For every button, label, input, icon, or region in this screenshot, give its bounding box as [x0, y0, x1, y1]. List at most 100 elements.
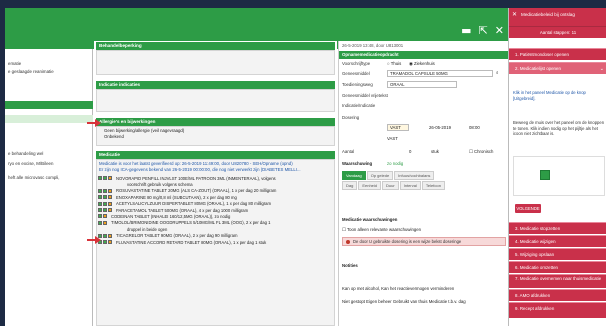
start-type-field[interactable]: VAST: [387, 124, 409, 131]
step-6[interactable]: 6. Medicatie omzetten: [509, 261, 606, 273]
edit-icon[interactable]: [103, 220, 107, 225]
close-icon[interactable]: ✕: [495, 25, 504, 36]
status-icon[interactable]: [103, 188, 107, 193]
status-icon[interactable]: [98, 188, 102, 193]
expand-button-icon: [540, 170, 550, 180]
tab-vandaag[interactable]: Vandaag: [342, 171, 366, 180]
medication-row[interactable]: ACETYLSALICYLZUUR DISPERTABLET 80MG (ORA…: [98, 201, 334, 207]
waarschuwing-label: Waarschuwing: [342, 161, 373, 166]
medicine-field[interactable]: TRAMADOL CAPSULE 50MG: [387, 70, 493, 77]
section-body: [96, 50, 335, 75]
medication-text: PARACETAMOL TABLET 500MG (ORAAL), 4 x pe…: [116, 207, 249, 213]
edit-icon[interactable]: [103, 214, 107, 219]
edit-icon[interactable]: [108, 201, 112, 206]
medication-text: FLUVASTATINE ACCORD RETARD TABLET 80MG (…: [116, 239, 267, 245]
chronisch-checkbox[interactable]: ☐ Chronisch: [469, 149, 493, 155]
allergy-line: Geen bijwerking/allergie (veil nagevraag…: [104, 128, 185, 133]
status-icon[interactable]: [103, 240, 107, 244]
edit-icon[interactable]: [108, 176, 112, 180]
relevant-warnings-toggle[interactable]: ☐ Toon alleen relevante waarschuwingen: [342, 227, 421, 233]
step-9[interactable]: 9. Recept afdrukken: [509, 302, 606, 318]
instruction-text: Klik in het paneel Medicatie op de knop …: [513, 90, 586, 101]
medication-text: druppel in beide ogen: [127, 226, 168, 232]
ica-notice: Er zijn nog ICA-gegevens bekend van 26-5…: [99, 167, 301, 172]
medication-row[interactable]: ENOXAPARINE 80 mg/0,8 ml (SUBCUTAAN), 2 …: [98, 194, 334, 200]
status-icon[interactable]: [98, 208, 102, 212]
search-icon[interactable]: ⌕: [496, 70, 498, 75]
instruction-panel: ✕ Medicatiebeleid bij ontslag Aantal sta…: [508, 8, 606, 326]
aantal-label: Aantal: [342, 149, 355, 154]
medication-row[interactable]: druppel in beide ogen: [98, 226, 334, 232]
close-icon[interactable]: ✕: [512, 11, 517, 18]
medication-text: voorschrift gebruik volgens schema: [127, 181, 193, 187]
edit-icon[interactable]: [108, 208, 112, 212]
medication-row[interactable]: voorschrift gebruik volgens schema: [98, 181, 334, 187]
step-8[interactable]: 8. AMO afdrukken: [509, 289, 606, 301]
status-icon[interactable]: [98, 214, 102, 219]
step-2[interactable]: 2. Medicatielijst openen ⌄: [509, 62, 606, 74]
start-time-field[interactable]: 08:00: [469, 125, 480, 130]
export-icon[interactable]: ⇱: [479, 25, 488, 36]
col-telefoon: Telefoon: [421, 181, 445, 190]
step-1[interactable]: 1. Patiëntmondoser openen: [509, 48, 606, 60]
step-4[interactable]: 4. Medicatie wijzigen: [509, 235, 606, 247]
section-allergie[interactable]: Allergie's en bijwerkingen: [96, 118, 335, 126]
panel-title: ✕ Medicatiebeleid bij ontslag: [509, 8, 606, 26]
route-select[interactable]: ORAAL: [387, 81, 457, 88]
bed-icon[interactable]: ▬: [461, 25, 471, 36]
col-eenheid: Eenheid: [358, 181, 382, 190]
radio-thuis[interactable]: ○ Thuis: [387, 61, 401, 66]
status-checkboxes[interactable]: Niet gestopt Eigen beheer Gebruikt van t…: [342, 299, 466, 304]
aantal-field[interactable]: 0: [409, 149, 411, 154]
edit-icon[interactable]: [108, 188, 112, 193]
unit-field[interactable]: stuk: [431, 149, 439, 154]
status-icon[interactable]: [103, 176, 107, 180]
status-icon[interactable]: [98, 220, 102, 225]
dosing-warning: De door U gebruikte dosering is een wijz…: [342, 237, 506, 246]
edit-icon[interactable]: [108, 233, 112, 238]
edit-icon[interactable]: [108, 195, 112, 200]
medication-row[interactable]: ROSUVASTATINE TABLET 20MG (ALS CA-ZOUT) …: [98, 188, 334, 194]
col-interval: Interval: [399, 181, 421, 190]
radio-ziekenhuis[interactable]: ◉ Ziekenhuis: [409, 61, 435, 67]
medication-row[interactable]: CODEINAN TABLET (INHALEI 160/12,5MG (ORA…: [98, 213, 334, 219]
medication-row[interactable]: TICAGRELOR TABLET 90MG (ORAAL), 2 x per …: [98, 233, 334, 239]
start-date-field[interactable]: 26-05-2019: [429, 125, 451, 130]
medication-row[interactable]: TIMOLOL/BRIMONIDINE OOGDRUPPELS 5/10MG/M…: [98, 220, 334, 226]
status-icon[interactable]: [98, 201, 102, 206]
tab-op-gelede[interactable]: Op gelede: [366, 171, 394, 180]
section-behandelbeperking[interactable]: Behandelbeperking: [96, 42, 335, 50]
free-text-label: Geneesmiddel vrijetekst: [342, 93, 388, 98]
next-button[interactable]: VOLGENDE: [515, 204, 541, 213]
medication-row[interactable]: PARACETAMOL TABLET 500MG (ORAAL), 4 x pe…: [98, 207, 334, 213]
instruction-detail: Beweeg de muis over het paneel om de kno…: [513, 120, 605, 137]
zo-nodig-label[interactable]: zo nodig: [387, 161, 403, 166]
left-text-line: heft alle microvasc compli,: [8, 175, 60, 180]
form-tabs: Vandaag Op gelede Infuus/vochbalans: [342, 171, 435, 180]
medication-text: ACETYLSALICYLZUUR DISPERTABLET 80MG (ORA…: [116, 201, 271, 207]
start-type-field-2[interactable]: VAST: [387, 136, 398, 141]
dosing-label: Dosering: [342, 115, 360, 120]
medication-text: NOVORAPID PENFILL INJVLST 100E/ML PATROO…: [116, 175, 276, 181]
step-5[interactable]: 5. Wijziging opslaan: [509, 248, 606, 260]
steps-count: Aantal stappen: 11: [509, 26, 606, 38]
status-icon[interactable]: [103, 195, 107, 200]
medication-row[interactable]: NOVORAPID PENFILL INJVLST 100E/ML PATROO…: [98, 175, 334, 181]
section-medicatie[interactable]: Medicatie: [96, 151, 335, 159]
status-icon[interactable]: [103, 201, 107, 206]
section-indicaties[interactable]: Indicatie indicaties: [96, 81, 335, 89]
step-3[interactable]: 3. Medicatie stopzetten: [509, 222, 606, 234]
medication-text: TIMOLOL/BRIMONIDINE OOGDRUPPELS 5/10MG/M…: [111, 220, 271, 226]
medication-row[interactable]: FLUVASTATINE ACCORD RETARD TABLET 80MG (…: [98, 239, 334, 245]
medication-text: ROSUVASTATINE TABLET 20MG (ALS CA-ZOUT) …: [116, 188, 277, 194]
status-icon[interactable]: [103, 233, 107, 238]
status-icon[interactable]: [103, 208, 107, 212]
chevron-down-icon: ⌄: [599, 66, 604, 72]
section-body: [96, 89, 335, 112]
status-icon[interactable]: [98, 176, 102, 180]
edit-icon[interactable]: [108, 240, 112, 244]
tab-infuus[interactable]: Infuus/vochbalans: [394, 171, 435, 180]
status-icon[interactable]: [98, 195, 102, 200]
col-duur: Duur: [382, 181, 399, 190]
step-7[interactable]: 7. Medicatie overnemen naar thuismedicat…: [509, 274, 606, 288]
